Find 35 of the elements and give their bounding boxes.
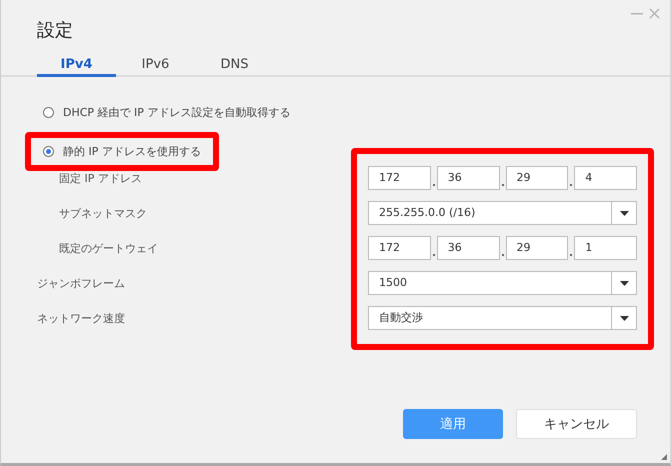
window-title: 設定 [37, 19, 74, 43]
dot-separator [432, 254, 435, 256]
radio-button[interactable] [43, 146, 54, 157]
field-label: 既定のゲートウェイ [59, 240, 158, 256]
field-label: ジャンボフレーム [37, 276, 125, 290]
field-label: サブネットマスク [59, 206, 147, 220]
dot-separator [432, 184, 435, 186]
ip-octet-field[interactable]: 29 [506, 166, 568, 190]
ip-octet-field[interactable]: 29 [506, 236, 568, 260]
field-label: 固定 IP アドレス [59, 170, 142, 186]
resize-grip-icon[interactable] [661, 454, 667, 460]
caret-icon [620, 210, 628, 216]
field-label: ネットワーク速度 [37, 310, 125, 326]
radio-label: DHCP 経由で IP アドレス設定を自動取得する [63, 105, 290, 120]
radio-label: 静的 IP アドレスを使用する [63, 144, 201, 159]
ip-octet-field[interactable]: 4 [574, 166, 637, 190]
dropdown[interactable]: 255.255.0.0 (/16) [368, 201, 637, 225]
dropdown[interactable]: 1500 [368, 271, 637, 295]
cancel-button[interactable]: キャンセル [516, 409, 637, 439]
dot-separator [570, 254, 572, 256]
caret-icon [620, 280, 628, 286]
tab[interactable]: DNS [195, 56, 274, 77]
ip-octet-field[interactable]: 172 [368, 166, 431, 190]
dot-separator [570, 184, 572, 186]
ip-octet-field[interactable]: 172 [368, 236, 431, 260]
dot-separator [502, 254, 504, 256]
ip-octet-field[interactable]: 36 [436, 166, 500, 190]
radio-button[interactable] [43, 107, 54, 118]
ip-octet-field[interactable]: 1 [574, 236, 637, 260]
ip-octet-field[interactable]: 36 [436, 236, 500, 260]
caret-icon [620, 316, 628, 320]
tab[interactable]: IPv4 [37, 56, 116, 77]
dropdown[interactable]: 自動交渉 [368, 306, 637, 330]
tab[interactable]: IPv6 [116, 56, 195, 77]
dot-separator [502, 184, 504, 186]
